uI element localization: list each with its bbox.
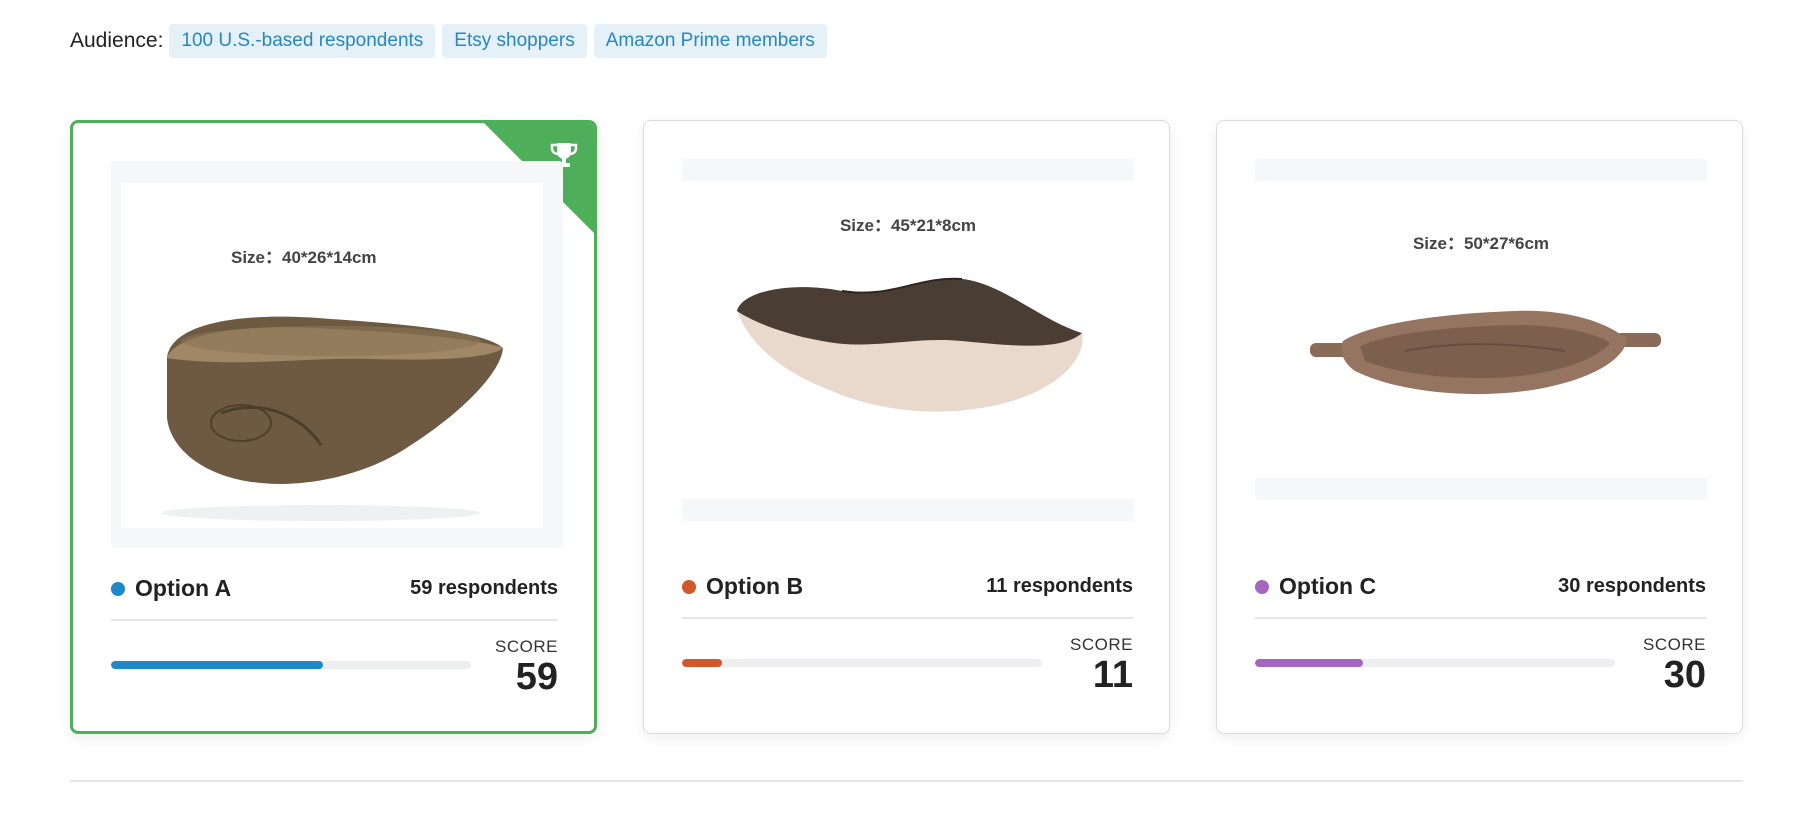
option-color-dot: [682, 579, 696, 594]
product-image-frame: Size：50*27*6cm: [1255, 159, 1707, 500]
option-header: Option A 59 respondents: [111, 575, 558, 602]
audience-bar: Audience: 100 U.S.-based respondents Ets…: [70, 24, 834, 58]
option-name: Option A: [111, 575, 231, 602]
option-color-dot: [111, 581, 125, 596]
option-name-label: Option B: [706, 573, 804, 599]
score-bar-fill: [682, 659, 722, 667]
score-value: 59: [515, 656, 558, 698]
audience-chip-etsy-shoppers[interactable]: Etsy shoppers: [442, 24, 587, 58]
product-image-frame: Size：40*26*14cm: [111, 161, 563, 548]
option-card-c[interactable]: Size：50*27*6cm Option C 30 respondents S…: [1216, 120, 1743, 734]
option-card-b[interactable]: Size：45*21*8cm Option B 11 respondents S…: [643, 120, 1170, 734]
score-block: SCORE 11: [1070, 635, 1133, 695]
wooden-tray-illustration: [1310, 310, 1661, 395]
option-color-dot: [1255, 579, 1269, 594]
wooden-bowl-illustration: [161, 316, 503, 521]
score-value: 11: [1092, 654, 1133, 696]
score-value: 30: [1663, 654, 1706, 696]
option-card-a[interactable]: Size：40*26*14cm Option A 59 respondents …: [70, 120, 597, 734]
product-image: Size：50*27*6cm: [1255, 181, 1707, 478]
score-label: SCORE: [495, 637, 558, 656]
card-divider: [111, 619, 558, 621]
option-header: Option B 11 respondents: [682, 573, 1133, 600]
score-block: SCORE 59: [495, 637, 558, 697]
audience-label: Audience:: [70, 29, 164, 52]
respondent-count: 59 respondents: [410, 577, 558, 599]
option-name: Option B: [682, 573, 803, 600]
respondent-count: 11 respondents: [986, 575, 1133, 597]
score-label: SCORE: [1070, 635, 1133, 654]
card-divider: [1255, 617, 1706, 619]
card-divider: [682, 617, 1133, 619]
respondent-count: 30 respondents: [1558, 575, 1706, 597]
product-image: Size：40*26*14cm: [121, 183, 543, 528]
score-bar: [111, 661, 471, 669]
option-name: Option C: [1255, 573, 1376, 600]
option-name-label: Option A: [135, 575, 232, 601]
score-label: SCORE: [1643, 635, 1706, 654]
wooden-bowl-illustration: [737, 277, 1083, 412]
option-name-label: Option C: [1279, 573, 1377, 599]
audience-chip-us-respondents[interactable]: 100 U.S.-based respondents: [169, 24, 436, 58]
audience-chip-amazon-prime[interactable]: Amazon Prime members: [593, 24, 827, 58]
product-image-frame: Size：45*21*8cm: [682, 159, 1134, 521]
section-divider: [70, 780, 1743, 782]
score-bar-fill: [111, 661, 324, 669]
product-image: Size：45*21*8cm: [682, 181, 1134, 499]
option-header: Option C 30 respondents: [1255, 573, 1706, 600]
score-bar-fill: [1255, 659, 1363, 667]
score-bar: [682, 659, 1042, 667]
score-bar: [1255, 659, 1615, 667]
score-block: SCORE 30: [1643, 635, 1706, 695]
